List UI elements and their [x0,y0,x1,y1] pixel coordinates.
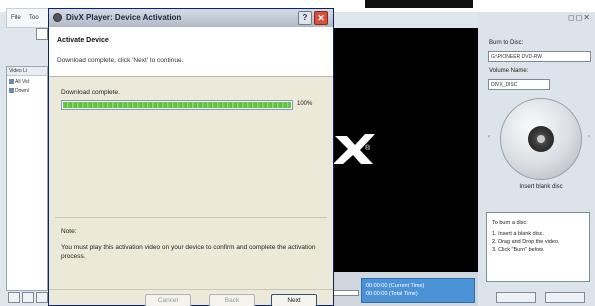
burn-step: 1. Insert a blank disc. [492,231,544,237]
total-time: 00:00:00 (Total Time) [366,291,418,297]
window-controls[interactable]: ◻◻✕ [568,13,591,22]
divider [49,289,333,290]
burn-step: 2. Drag and Drop the video. [492,239,560,245]
note-text: You must play this activation video on y… [61,244,316,260]
download-progress-bar [61,100,293,110]
video-top-strip [365,0,473,8]
chevron-right-icon[interactable]: › [588,134,590,140]
burn-panel-button[interactable] [545,292,585,303]
dialog-titlebar[interactable]: DivX Player: Device Activation ? ✕ [49,9,333,27]
toolbar-button[interactable] [36,28,48,40]
disc-caption: Insert blank disc [519,184,563,190]
volume-name-label: Volume Name: [489,68,529,74]
dialog-heading: Activate Device [57,37,109,44]
burn-to-disc-label: Burn to Disc: [489,40,524,46]
dialog-header: Activate Device Download complete, click… [49,27,333,77]
burn-panel-button[interactable] [496,292,536,303]
library-item-label: Downl [15,88,29,94]
divx-logo [333,132,377,172]
library-item-downloads[interactable]: Downl [9,88,29,94]
library-bottom-button[interactable] [8,292,20,303]
progress-percent: 100% [297,101,313,107]
menu-tools[interactable]: Too [29,15,39,21]
note-label: Note: [61,228,77,235]
help-button[interactable]: ? [298,11,312,25]
cancel-button[interactable]: Cancel [145,294,191,306]
library-bottom-button[interactable] [22,292,34,303]
video-library-header: Video Li [7,67,47,76]
registered-mark: ® [365,145,371,152]
library-bottom-button[interactable] [36,292,48,303]
burn-instructions: To burn a disc: 1. Insert a blank disc. … [486,212,590,282]
close-button[interactable]: ✕ [314,11,328,25]
menu-file[interactable]: File [11,15,21,21]
burn-instructions-title: To burn a disc: [492,220,528,226]
folder-icon [9,88,14,94]
back-button[interactable]: Back [209,294,255,306]
volume-name-input[interactable]: DIVX_DISC [488,79,550,90]
current-time: 00:00:00 (Current Time) [366,283,425,289]
seek-track[interactable] [333,290,359,296]
progress-fill [63,102,291,108]
divx-app-icon [53,13,62,22]
library-item-label: All Vid [15,79,30,85]
divider [55,217,327,218]
video-library-panel: Video Li All Vid Downl [6,66,48,291]
disc-hole-icon [537,135,545,143]
next-button[interactable]: Next [271,294,317,306]
dialog-subheading: Download complete, click 'Next' to conti… [57,57,184,64]
burn-step: 3. Click "Burn" below. [492,247,545,253]
dialog-title: DivX Player: Device Activation [66,13,182,22]
time-display: 00:00:00 (Current Time) 00:00:00 (Total … [361,278,475,303]
chevron-left-icon[interactable]: ‹ [488,134,490,140]
drive-select[interactable]: G:\PIONEER DVD-RW [488,51,591,62]
divx-x-logo-icon [333,134,375,164]
library-item-all-videos[interactable]: All Vid [9,79,29,85]
device-activation-dialog: DivX Player: Device Activation ? ✕ Activ… [48,8,334,306]
folder-icon [9,79,14,85]
progress-label: Download complete. [61,89,120,96]
